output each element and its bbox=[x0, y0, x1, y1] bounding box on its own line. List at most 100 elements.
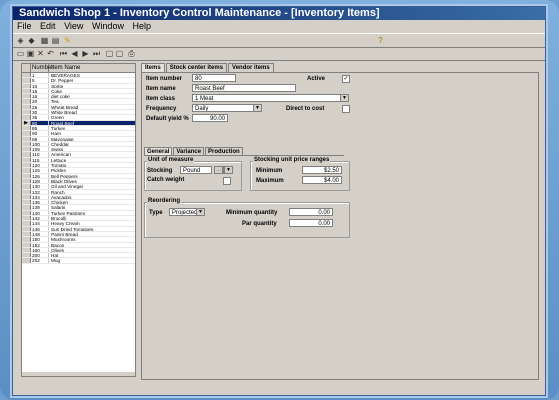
cell-number[interactable]: 148 bbox=[31, 231, 49, 237]
menu-window[interactable]: Window bbox=[92, 21, 124, 32]
cell-item-name[interactable]: Sun Dried Tomatoes bbox=[49, 227, 135, 231]
cell-number[interactable]: 15 bbox=[31, 88, 49, 94]
row-selector[interactable] bbox=[22, 221, 31, 226]
cell-item-name[interactable]: Brocolli bbox=[49, 216, 135, 220]
cell-number[interactable]: 125 bbox=[31, 168, 49, 173]
default-yield-field[interactable]: 90.00 bbox=[192, 114, 228, 122]
row-selector[interactable] bbox=[22, 237, 31, 242]
cell-number[interactable]: 120 bbox=[31, 163, 49, 168]
row-selector[interactable] bbox=[22, 210, 31, 216]
cell-number[interactable]: 110 bbox=[31, 152, 49, 157]
item-name-field[interactable]: Roast Beef bbox=[192, 84, 296, 92]
cell-item-name[interactable]: Pickles bbox=[49, 168, 135, 172]
minimum-quantity-field[interactable]: 0.00 bbox=[289, 208, 333, 216]
delete-icon[interactable]: ✕ bbox=[36, 49, 45, 58]
cell-item-name[interactable]: Swiss bbox=[49, 147, 135, 151]
cell-number[interactable]: 142 bbox=[31, 216, 49, 221]
reorder-type-select[interactable]: Projected ▼ bbox=[169, 208, 205, 216]
row-selector[interactable] bbox=[22, 99, 31, 104]
cell-item-name[interactable]: Chicken bbox=[49, 200, 135, 204]
undo-icon[interactable]: ↶ bbox=[46, 49, 55, 58]
item-class-select[interactable]: 1 Meat ▼ bbox=[192, 94, 349, 102]
cell-item-name[interactable]: Bacon bbox=[49, 243, 135, 247]
cell-item-name[interactable]: Oil and Vinegar bbox=[49, 184, 135, 188]
folder-icon[interactable]: ▤ bbox=[51, 36, 60, 45]
row-selector[interactable] bbox=[22, 247, 31, 253]
row-selector[interactable] bbox=[22, 83, 31, 88]
chevron-down-icon[interactable]: ▼ bbox=[340, 95, 348, 101]
row-selector[interactable] bbox=[22, 205, 31, 210]
row-selector[interactable] bbox=[22, 141, 31, 147]
cell-number[interactable]: 160 bbox=[31, 247, 49, 253]
cell-number[interactable]: 105 bbox=[31, 147, 49, 152]
cell-number[interactable]: 16 bbox=[31, 94, 49, 99]
cell-item-name[interactable]: Wheat Bread bbox=[49, 105, 135, 109]
active-checkbox[interactable]: ✓ bbox=[342, 75, 350, 83]
row-selector[interactable] bbox=[22, 242, 31, 247]
next-record-icon[interactable]: ▶ bbox=[81, 49, 90, 58]
menu-file[interactable]: File bbox=[17, 21, 32, 32]
maximum-price-field[interactable]: $4.00 bbox=[302, 176, 342, 184]
print-icon[interactable]: ⎙ bbox=[127, 49, 136, 58]
chevron-down-icon[interactable]: ▼ bbox=[253, 105, 261, 111]
row-selector[interactable] bbox=[22, 88, 31, 94]
row-selector[interactable] bbox=[22, 94, 31, 99]
cell-number[interactable]: 30 bbox=[31, 110, 49, 115]
cell-number[interactable]: 1 bbox=[31, 73, 49, 78]
cell-item-name[interactable]: Turkey bbox=[49, 126, 135, 130]
cell-number[interactable]: 95 bbox=[31, 136, 49, 142]
direct-to-cost-checkbox[interactable] bbox=[342, 105, 350, 113]
form-view-icon[interactable]: ▢ bbox=[105, 49, 114, 58]
new-icon[interactable]: ▭ bbox=[16, 49, 25, 58]
cell-item-name[interactable]: Cheddar bbox=[49, 142, 135, 146]
cell-number[interactable]: 126 bbox=[31, 173, 49, 179]
cell-number[interactable]: 144 bbox=[31, 221, 49, 226]
cell-item-name[interactable]: Heavy Cream bbox=[49, 221, 135, 225]
stocking-lookup-button[interactable]: … bbox=[214, 166, 223, 174]
cell-number[interactable]: 85 bbox=[31, 125, 49, 131]
row-selector[interactable] bbox=[22, 157, 31, 163]
cell-number[interactable]: 5 bbox=[31, 78, 49, 83]
chevron-down-icon[interactable]: ▼ bbox=[224, 167, 232, 173]
item-number-field[interactable]: 80 bbox=[192, 74, 236, 82]
cell-number[interactable]: 150 bbox=[31, 237, 49, 242]
cell-number[interactable]: 132 bbox=[31, 189, 49, 195]
cell-item-name[interactable]: Mayonaise bbox=[49, 137, 135, 141]
row-selector[interactable] bbox=[22, 253, 31, 258]
table-row[interactable]: 202 Mug bbox=[22, 258, 135, 264]
chevron-down-icon[interactable]: ▼ bbox=[196, 209, 204, 215]
row-selector[interactable] bbox=[22, 147, 31, 152]
cell-item-name[interactable]: Ham bbox=[49, 131, 135, 135]
cell-number[interactable]: 80 bbox=[31, 120, 49, 126]
frequency-select[interactable]: Daily ▼ bbox=[192, 104, 262, 112]
cell-item-name[interactable]: diet coke bbox=[49, 94, 135, 98]
row-selector[interactable] bbox=[22, 104, 31, 110]
row-selector[interactable] bbox=[22, 226, 31, 231]
row-selector[interactable] bbox=[22, 110, 31, 115]
par-quantity-field[interactable]: 0.00 bbox=[289, 219, 333, 227]
cell-item-name[interactable]: BEVERAGES bbox=[49, 73, 135, 77]
app-icon[interactable]: ◈ bbox=[16, 36, 25, 45]
minimum-price-field[interactable]: $2.50 bbox=[302, 166, 342, 174]
cell-item-name[interactable]: White Bread bbox=[49, 110, 135, 114]
cell-item-name[interactable]: Tea bbox=[49, 99, 135, 103]
stocking-field[interactable]: Pound bbox=[180, 166, 212, 174]
menu-help[interactable]: Help bbox=[132, 21, 151, 32]
row-selector[interactable] bbox=[22, 125, 31, 131]
menu-view[interactable]: View bbox=[64, 21, 83, 32]
cell-item-name[interactable]: Mug bbox=[49, 258, 135, 262]
cell-number[interactable]: 100 bbox=[31, 141, 49, 147]
cell-number[interactable]: 134 bbox=[31, 194, 49, 200]
col-header-number[interactable]: Number bbox=[31, 64, 53, 72]
row-selector[interactable] bbox=[22, 73, 31, 78]
row-selector[interactable] bbox=[22, 131, 31, 136]
cell-number[interactable]: 202 bbox=[31, 258, 49, 263]
cell-item-name[interactable]: Avacados bbox=[49, 195, 135, 199]
row-selector[interactable] bbox=[22, 78, 31, 83]
cell-number[interactable]: 140 bbox=[31, 210, 49, 216]
cell-number[interactable]: 115 bbox=[31, 157, 49, 163]
cell-number[interactable]: 152 bbox=[31, 242, 49, 248]
cell-number[interactable]: 136 bbox=[31, 200, 49, 205]
row-selector[interactable] bbox=[22, 173, 31, 178]
cell-number[interactable]: 130 bbox=[31, 184, 49, 189]
